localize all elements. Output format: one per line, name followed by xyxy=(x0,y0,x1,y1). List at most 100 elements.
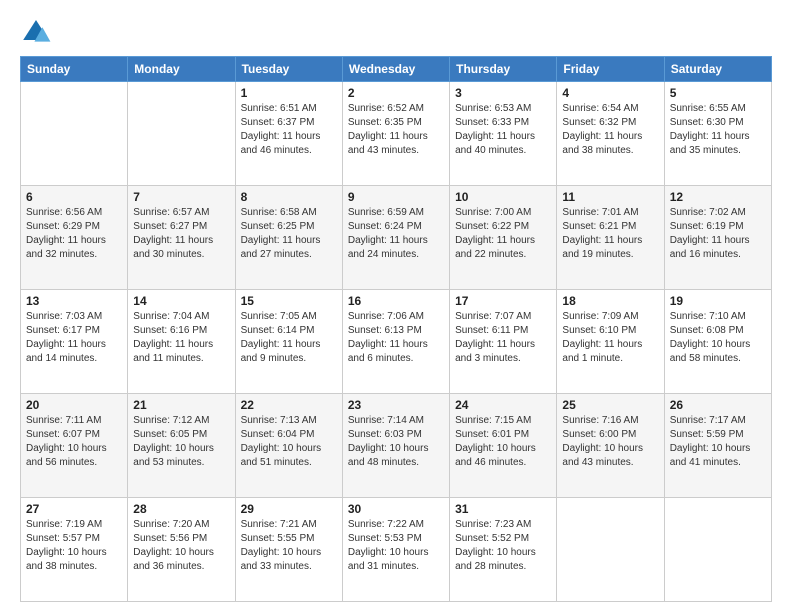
day-info: Sunrise: 7:09 AM Sunset: 6:10 PM Dayligh… xyxy=(562,310,658,366)
day-number: 12 xyxy=(670,190,766,204)
calendar-cell: 22 Sunrise: 7:13 AM Sunset: 6:04 PM Dayli… xyxy=(235,394,342,498)
calendar-cell: 24 Sunrise: 7:15 AM Sunset: 6:01 PM Dayli… xyxy=(450,394,557,498)
day-info: Sunrise: 7:01 AM Sunset: 6:21 PM Dayligh… xyxy=(562,206,658,262)
calendar-cell xyxy=(128,82,235,186)
day-header-friday: Friday xyxy=(557,57,664,82)
day-header-thursday: Thursday xyxy=(450,57,557,82)
day-number: 14 xyxy=(133,294,229,308)
day-info: Sunrise: 6:58 AM Sunset: 6:25 PM Dayligh… xyxy=(241,206,337,262)
day-number: 28 xyxy=(133,502,229,516)
day-info: Sunrise: 6:57 AM Sunset: 6:27 PM Dayligh… xyxy=(133,206,229,262)
logo-icon xyxy=(20,16,52,48)
day-info: Sunrise: 7:06 AM Sunset: 6:13 PM Dayligh… xyxy=(348,310,444,366)
week-row-3: 20Sunrise: 7:11 AM Sunset: 6:07 PM Dayli… xyxy=(21,394,772,498)
calendar-cell: 10 Sunrise: 7:00 AM Sunset: 6:22 PM Dayli… xyxy=(450,186,557,290)
day-number: 2 xyxy=(348,86,444,100)
day-number: 27 xyxy=(26,502,122,516)
calendar-cell: 6 Sunrise: 6:56 AM Sunset: 6:29 PM Daylig… xyxy=(21,186,128,290)
day-number: 13 xyxy=(26,294,122,308)
day-number: 25 xyxy=(562,398,658,412)
day-number: 7 xyxy=(133,190,229,204)
day-number: 19 xyxy=(670,294,766,308)
day-number: 23 xyxy=(348,398,444,412)
day-number: 10 xyxy=(455,190,551,204)
day-info: Sunrise: 7:12 AM Sunset: 6:05 PM Dayligh… xyxy=(133,414,229,470)
calendar-body: 1Sunrise: 6:51 AM Sunset: 6:37 PM Daylig… xyxy=(21,82,772,602)
day-number: 20 xyxy=(26,398,122,412)
calendar-cell xyxy=(21,82,128,186)
day-info: Sunrise: 7:14 AM Sunset: 6:03 PM Dayligh… xyxy=(348,414,444,470)
calendar-cell: 5 Sunrise: 6:55 AM Sunset: 6:30 PM Daylig… xyxy=(664,82,771,186)
day-number: 24 xyxy=(455,398,551,412)
day-header-sunday: Sunday xyxy=(21,57,128,82)
calendar-cell: 18Sunrise: 7:09 AM Sunset: 6:10 PM Dayli… xyxy=(557,290,664,394)
day-info: Sunrise: 6:53 AM Sunset: 6:33 PM Dayligh… xyxy=(455,102,551,158)
calendar-cell: 2Sunrise: 6:52 AM Sunset: 6:35 PM Daylig… xyxy=(342,82,449,186)
day-info: Sunrise: 6:59 AM Sunset: 6:24 PM Dayligh… xyxy=(348,206,444,262)
day-info: Sunrise: 7:19 AM Sunset: 5:57 PM Dayligh… xyxy=(26,518,122,574)
calendar-cell: 3 Sunrise: 6:53 AM Sunset: 6:33 PM Daylig… xyxy=(450,82,557,186)
calendar-cell: 13 Sunrise: 7:03 AM Sunset: 6:17 PM Dayli… xyxy=(21,290,128,394)
calendar-cell: 14 Sunrise: 7:04 AM Sunset: 6:16 PM Dayli… xyxy=(128,290,235,394)
calendar-cell: 28 Sunrise: 7:20 AM Sunset: 5:56 PM Dayli… xyxy=(128,498,235,602)
calendar-cell: 29Sunrise: 7:21 AM Sunset: 5:55 PM Dayli… xyxy=(235,498,342,602)
calendar-cell: 17Sunrise: 7:07 AM Sunset: 6:11 PM Dayli… xyxy=(450,290,557,394)
week-row-2: 13 Sunrise: 7:03 AM Sunset: 6:17 PM Dayli… xyxy=(21,290,772,394)
calendar-cell: 31 Sunrise: 7:23 AM Sunset: 5:52 PM Dayli… xyxy=(450,498,557,602)
day-number: 16 xyxy=(348,294,444,308)
day-number: 6 xyxy=(26,190,122,204)
logo xyxy=(20,16,56,48)
day-header-saturday: Saturday xyxy=(664,57,771,82)
day-number: 4 xyxy=(562,86,658,100)
day-info: Sunrise: 7:23 AM Sunset: 5:52 PM Dayligh… xyxy=(455,518,551,574)
day-header-monday: Monday xyxy=(128,57,235,82)
calendar-cell: 11 Sunrise: 7:01 AM Sunset: 6:21 PM Dayli… xyxy=(557,186,664,290)
day-number: 21 xyxy=(133,398,229,412)
day-info: Sunrise: 6:51 AM Sunset: 6:37 PM Dayligh… xyxy=(241,102,337,158)
calendar-table: SundayMondayTuesdayWednesdayThursdayFrid… xyxy=(20,56,772,602)
day-info: Sunrise: 6:54 AM Sunset: 6:32 PM Dayligh… xyxy=(562,102,658,158)
week-row-4: 27 Sunrise: 7:19 AM Sunset: 5:57 PM Dayli… xyxy=(21,498,772,602)
day-number: 26 xyxy=(670,398,766,412)
day-number: 17 xyxy=(455,294,551,308)
page: SundayMondayTuesdayWednesdayThursdayFrid… xyxy=(0,0,792,612)
day-info: Sunrise: 7:15 AM Sunset: 6:01 PM Dayligh… xyxy=(455,414,551,470)
calendar-cell: 12 Sunrise: 7:02 AM Sunset: 6:19 PM Dayli… xyxy=(664,186,771,290)
day-number: 9 xyxy=(348,190,444,204)
week-row-0: 1Sunrise: 6:51 AM Sunset: 6:37 PM Daylig… xyxy=(21,82,772,186)
day-info: Sunrise: 7:16 AM Sunset: 6:00 PM Dayligh… xyxy=(562,414,658,470)
day-number: 5 xyxy=(670,86,766,100)
day-info: Sunrise: 7:00 AM Sunset: 6:22 PM Dayligh… xyxy=(455,206,551,262)
calendar-cell xyxy=(664,498,771,602)
calendar-cell: 27 Sunrise: 7:19 AM Sunset: 5:57 PM Dayli… xyxy=(21,498,128,602)
calendar-cell: 23 Sunrise: 7:14 AM Sunset: 6:03 PM Dayli… xyxy=(342,394,449,498)
day-info: Sunrise: 6:55 AM Sunset: 6:30 PM Dayligh… xyxy=(670,102,766,158)
calendar-cell: 15Sunrise: 7:05 AM Sunset: 6:14 PM Dayli… xyxy=(235,290,342,394)
day-info: Sunrise: 7:02 AM Sunset: 6:19 PM Dayligh… xyxy=(670,206,766,262)
day-info: Sunrise: 7:22 AM Sunset: 5:53 PM Dayligh… xyxy=(348,518,444,574)
day-number: 8 xyxy=(241,190,337,204)
day-info: Sunrise: 7:04 AM Sunset: 6:16 PM Dayligh… xyxy=(133,310,229,366)
day-header-tuesday: Tuesday xyxy=(235,57,342,82)
day-info: Sunrise: 6:56 AM Sunset: 6:29 PM Dayligh… xyxy=(26,206,122,262)
day-info: Sunrise: 7:17 AM Sunset: 5:59 PM Dayligh… xyxy=(670,414,766,470)
calendar-cell: 9 Sunrise: 6:59 AM Sunset: 6:24 PM Daylig… xyxy=(342,186,449,290)
calendar-cell: 25 Sunrise: 7:16 AM Sunset: 6:00 PM Dayli… xyxy=(557,394,664,498)
header xyxy=(20,16,772,48)
day-header-wednesday: Wednesday xyxy=(342,57,449,82)
day-number: 3 xyxy=(455,86,551,100)
day-info: Sunrise: 7:20 AM Sunset: 5:56 PM Dayligh… xyxy=(133,518,229,574)
day-number: 11 xyxy=(562,190,658,204)
day-number: 31 xyxy=(455,502,551,516)
day-info: Sunrise: 7:03 AM Sunset: 6:17 PM Dayligh… xyxy=(26,310,122,366)
day-number: 30 xyxy=(348,502,444,516)
day-info: Sunrise: 7:05 AM Sunset: 6:14 PM Dayligh… xyxy=(241,310,337,366)
day-info: Sunrise: 7:13 AM Sunset: 6:04 PM Dayligh… xyxy=(241,414,337,470)
calendar-cell: 26 Sunrise: 7:17 AM Sunset: 5:59 PM Dayli… xyxy=(664,394,771,498)
calendar-cell: 30 Sunrise: 7:22 AM Sunset: 5:53 PM Dayli… xyxy=(342,498,449,602)
calendar-cell: 7 Sunrise: 6:57 AM Sunset: 6:27 PM Daylig… xyxy=(128,186,235,290)
day-number: 22 xyxy=(241,398,337,412)
day-number: 29 xyxy=(241,502,337,516)
calendar-cell: 19 Sunrise: 7:10 AM Sunset: 6:08 PM Dayli… xyxy=(664,290,771,394)
day-info: Sunrise: 7:10 AM Sunset: 6:08 PM Dayligh… xyxy=(670,310,766,366)
